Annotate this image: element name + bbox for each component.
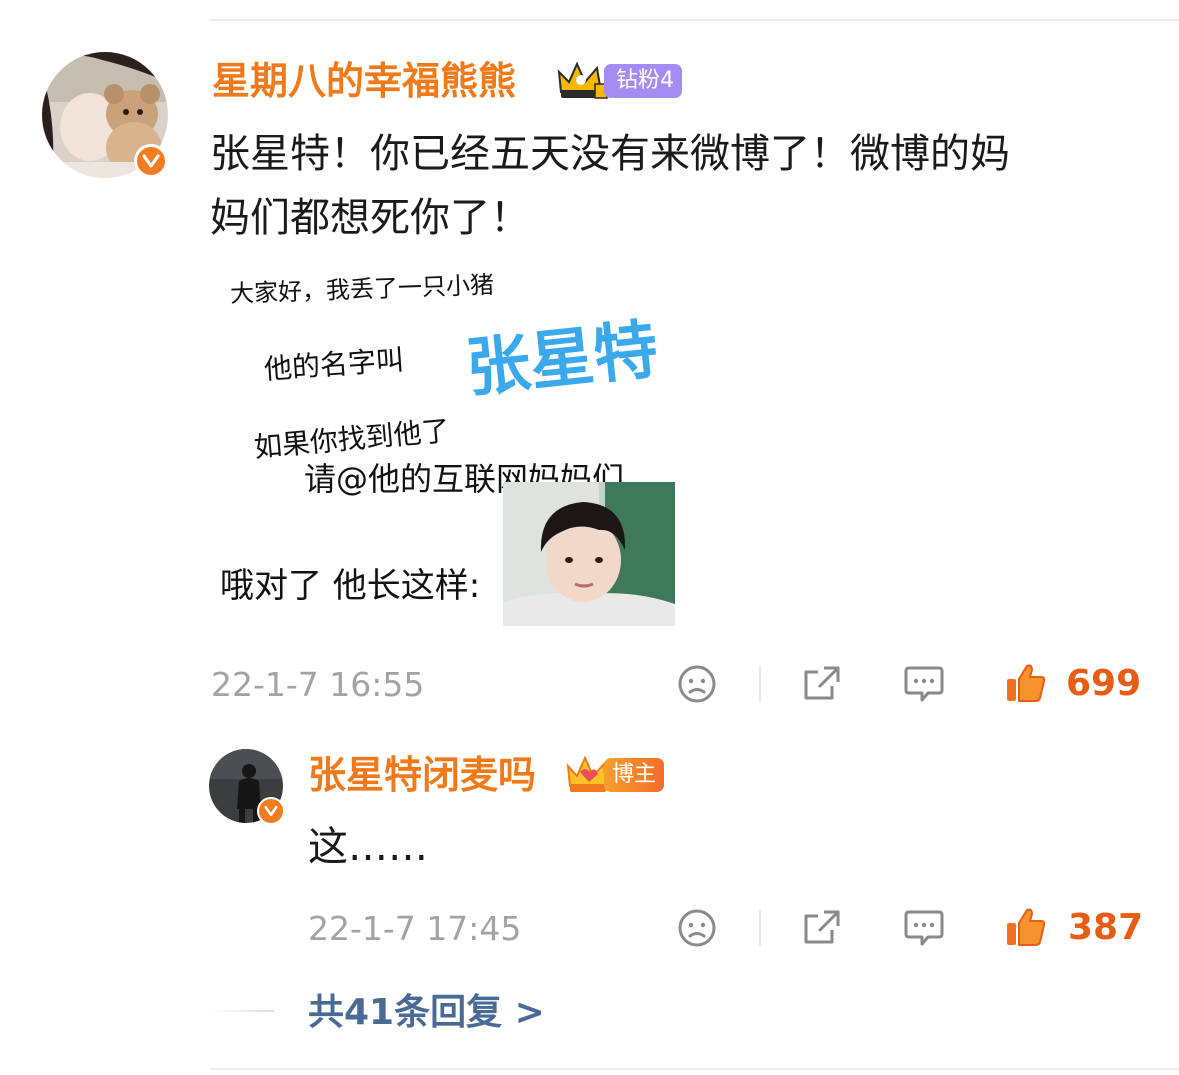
replier-avatar[interactable] — [209, 749, 285, 825]
meme-text-line-5: 哦对了 他长这样: — [220, 566, 481, 606]
more-replies-divider — [210, 1010, 274, 1012]
comment-text-line-1: 张星特！你已经五天没有来微博了！微博的妈 — [210, 131, 1010, 177]
bottom-divider — [210, 1068, 1179, 1070]
share-icon[interactable] — [802, 908, 842, 948]
like-count[interactable]: 699 — [1066, 662, 1141, 706]
commenter-username[interactable]: 星期八的幸福熊熊 — [212, 58, 516, 104]
verified-v-icon — [134, 144, 168, 178]
comment-icon[interactable] — [903, 664, 945, 704]
meme-big-name: 张星特 — [462, 313, 662, 407]
meme-text-line-1: 大家好，我丢了一只小猪 — [229, 270, 495, 308]
crown-icon — [557, 61, 608, 99]
comment-thread: 星期八的幸福熊熊 钻粉4 张星特！你已经五天没有来微博了！微博的妈 妈们都想死你… — [0, 0, 1179, 1075]
blogger-badge: 博主 — [604, 758, 665, 792]
comment-icon[interactable] — [903, 908, 945, 948]
more-replies-link[interactable]: 共41条回复 > — [308, 990, 545, 1036]
top-divider — [210, 19, 1179, 21]
share-icon[interactable] — [802, 664, 842, 704]
like-thumb-icon[interactable] — [1004, 906, 1048, 948]
action-divider — [759, 910, 761, 946]
reply-timestamp: 22-1-7 17:45 — [308, 909, 522, 948]
meme-boy-photo — [503, 482, 675, 626]
action-divider — [759, 666, 761, 702]
replier-username[interactable]: 张星特闭麦吗 — [308, 752, 536, 798]
comment-text-line-2: 妈们都想死你了！ — [210, 195, 530, 241]
like-thumb-icon[interactable] — [1004, 662, 1048, 704]
like-count[interactable]: 387 — [1068, 906, 1143, 950]
dislike-face-icon[interactable] — [677, 664, 717, 704]
reply-text: 这…… — [308, 824, 428, 870]
dislike-face-icon[interactable] — [677, 908, 717, 948]
comment-timestamp: 22-1-7 16:55 — [211, 665, 425, 704]
meme-text-line-2: 他的名字叫 — [262, 343, 405, 386]
comment-meme-image[interactable]: 大家好，我丢了一只小猪 他的名字叫 张星特 如果你找到他了 请@他的互联网妈妈们… — [210, 258, 690, 638]
verified-v-icon — [257, 797, 285, 825]
fan-level-badge: 钻粉4 — [604, 64, 682, 98]
commenter-avatar[interactable] — [42, 52, 168, 178]
